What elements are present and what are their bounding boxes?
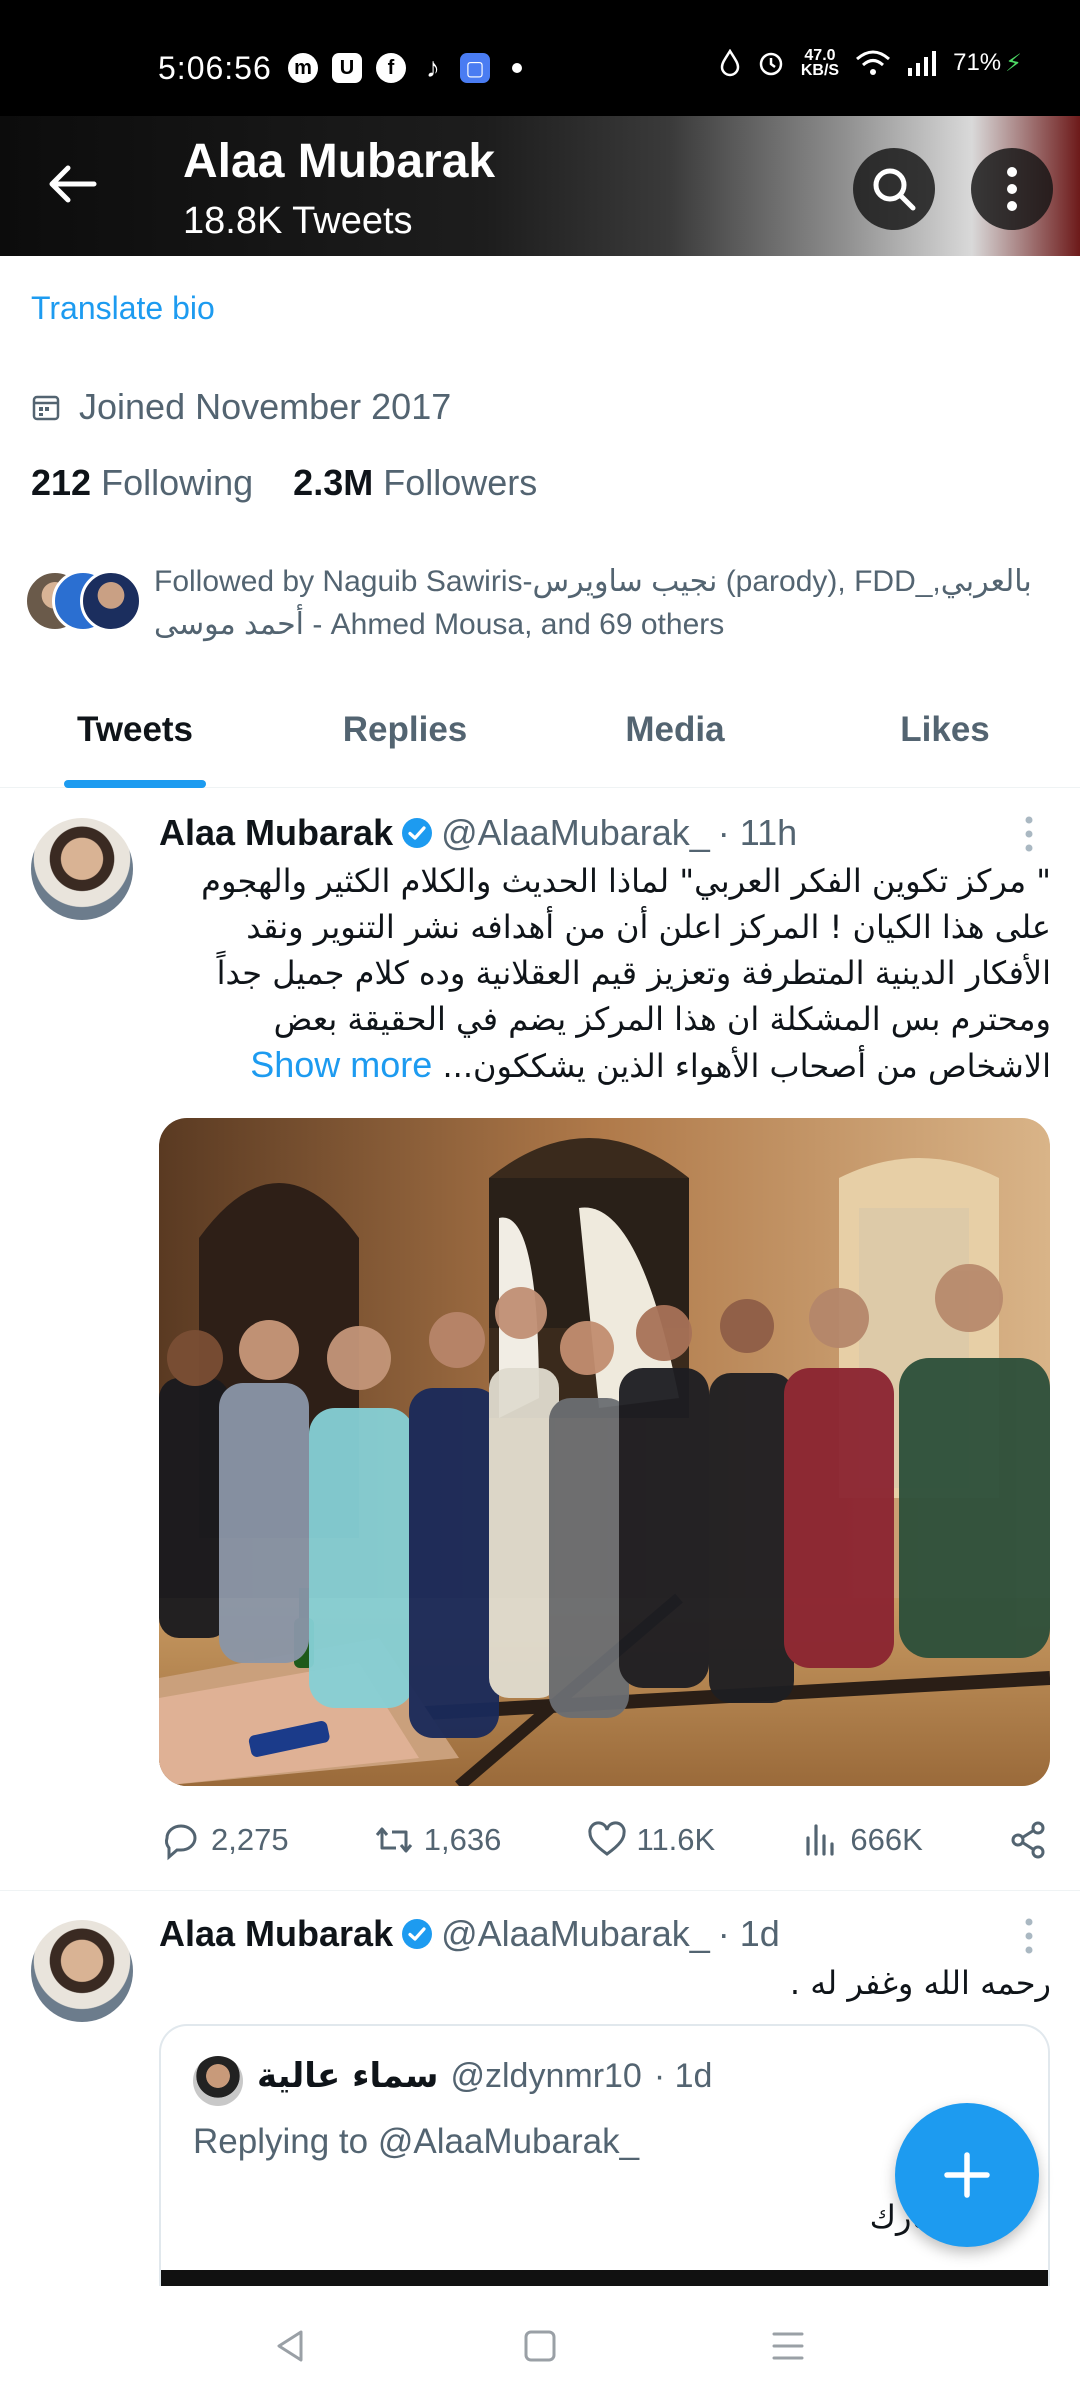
group-photo-image [159,1118,1050,1786]
tweet-photo[interactable] [159,1118,1050,1786]
alarm-icon [759,52,783,76]
status-time: 5:06:56 [158,50,272,86]
followed-by[interactable]: Followed by Naguib Sawiris-نجيب ساويرس (… [24,560,1054,641]
system-icons: 47.0 KB/S 71% ⚡ [719,47,1022,79]
nav-back-icon[interactable] [271,2326,311,2366]
net-speed: 47.0 KB/S [800,47,840,79]
views-bar-chart-icon [806,1824,834,1856]
battery-indicator: 71% ⚡ [953,49,1022,77]
tweet-time: · 1d [717,1913,780,1954]
nav-menu-icon[interactable] [768,2326,808,2366]
avatar [193,2056,243,2106]
tab-tweets[interactable]: Tweets [0,690,270,788]
notification-icons: m U f ♪ ▢ [288,52,522,84]
calendar-icon [32,395,60,421]
header-tweet-count: 18.8K Tweets [183,200,413,242]
retweet-icon [375,1827,412,1853]
back-arrow-icon[interactable] [44,156,100,212]
compose-tweet-button[interactable] [895,2103,1039,2247]
verified-badge-icon [402,1919,433,1949]
joined-text: Joined November 2017 [79,386,452,427]
app-icon: ▢ [460,53,490,83]
quoted-tweet-header: سماء عالية @zldynmr10 · 1d [257,2056,712,2096]
share-icon [1011,1821,1045,1859]
tweet-more-icon[interactable] [1020,814,1038,854]
system-nav-bar [0,2286,1080,2400]
followed-by-avatars [24,570,144,634]
reply-count: 2,275 [211,1822,289,1857]
follow-stats: 212 Following 2.3M Followers [31,462,537,504]
status-bar: 5:06:56 m U f ♪ ▢ 47.0 KB/S 71% ⚡ [0,0,1080,116]
tweet-more-icon[interactable] [1020,1916,1038,1956]
views-count: 666K [850,1822,923,1857]
avatar[interactable] [31,1920,133,2022]
reply-button[interactable]: 2,275 [159,1818,289,1862]
quoted-author-handle: @zldynmr10 [450,2056,642,2095]
like-count: 11.6K [636,1822,716,1857]
header-name: Alaa Mubarak [183,135,496,188]
following-stat[interactable]: 212 Following [31,462,253,504]
avatar [80,570,142,632]
tab-media[interactable]: Media [540,690,810,787]
search-button[interactable] [853,148,935,230]
joined-date: Joined November 2017 [31,386,451,428]
tweet-author-handle[interactable]: @AlaaMubarak_ [441,812,710,854]
retweet-count: 1,636 [423,1822,502,1857]
translate-bio-link[interactable]: Translate bio [31,290,215,327]
heart-icon [587,1821,626,1856]
tweet-author-name[interactable]: Alaa Mubarak [159,1913,393,1955]
retweet-button[interactable]: 1,636 [372,1818,502,1862]
nav-home-icon[interactable] [520,2326,560,2366]
more-notifications-icon [512,63,522,73]
share-button[interactable] [1006,1818,1050,1862]
tweet-text: " مركز تكوين الفكر العربي" لماذا الحديث … [201,862,1051,1085]
tweet-text: رحمه الله وغفر له . [789,1964,1051,2002]
followed-by-text: Followed by Naguib Sawiris-نجيب ساويرس (… [154,565,1032,641]
u-app-icon: U [332,53,362,83]
tweet-author-handle[interactable]: @AlaaMubarak_ [441,1913,710,1955]
tweet-actions: 2,275 1,636 11.6K 666K [159,1810,1050,1870]
like-button[interactable]: 11.6K [585,1818,716,1862]
tweet-author-name[interactable]: Alaa Mubarak [159,812,393,854]
tiktok-icon: ♪ [426,52,440,83]
tab-likes[interactable]: Likes [810,690,1080,787]
divider [0,1890,1080,1891]
more-options-button[interactable] [971,148,1053,230]
verified-badge-icon [402,818,433,848]
wifi-icon [856,50,891,75]
tweet-time: · 11h [717,812,798,853]
profile-header: Alaa Mubarak 18.8K Tweets [0,116,1080,256]
charging-icon: ⚡ [1005,49,1022,77]
search-icon [873,168,916,211]
quoted-author-name: سماء عالية [257,2056,439,2096]
tweet-header: Alaa Mubarak @AlaaMubarak_ · 11h [159,812,797,854]
signal-icon [908,51,937,76]
reply-icon [165,1824,197,1861]
profile-tabs: Tweets Replies Media Likes [0,690,1080,788]
tab-replies[interactable]: Replies [270,690,540,787]
more-vertical-icon [1007,167,1017,211]
avatar[interactable] [31,818,133,920]
data-saver-icon [720,49,740,77]
messenger-icon: m [288,53,318,83]
views-button[interactable]: 666K [798,1818,923,1862]
replying-to: Replying to @AlaaMubarak_ [193,2122,640,2161]
facebook-icon: f [376,53,406,83]
plus-icon [944,2152,990,2198]
tweet-header: Alaa Mubarak @AlaaMubarak_ · 1d [159,1913,780,1955]
show-more-link[interactable]: Show more [250,1044,432,1085]
followers-stat[interactable]: 2.3M Followers [293,462,537,504]
quoted-tweet-time: · 1d [653,2056,713,2095]
